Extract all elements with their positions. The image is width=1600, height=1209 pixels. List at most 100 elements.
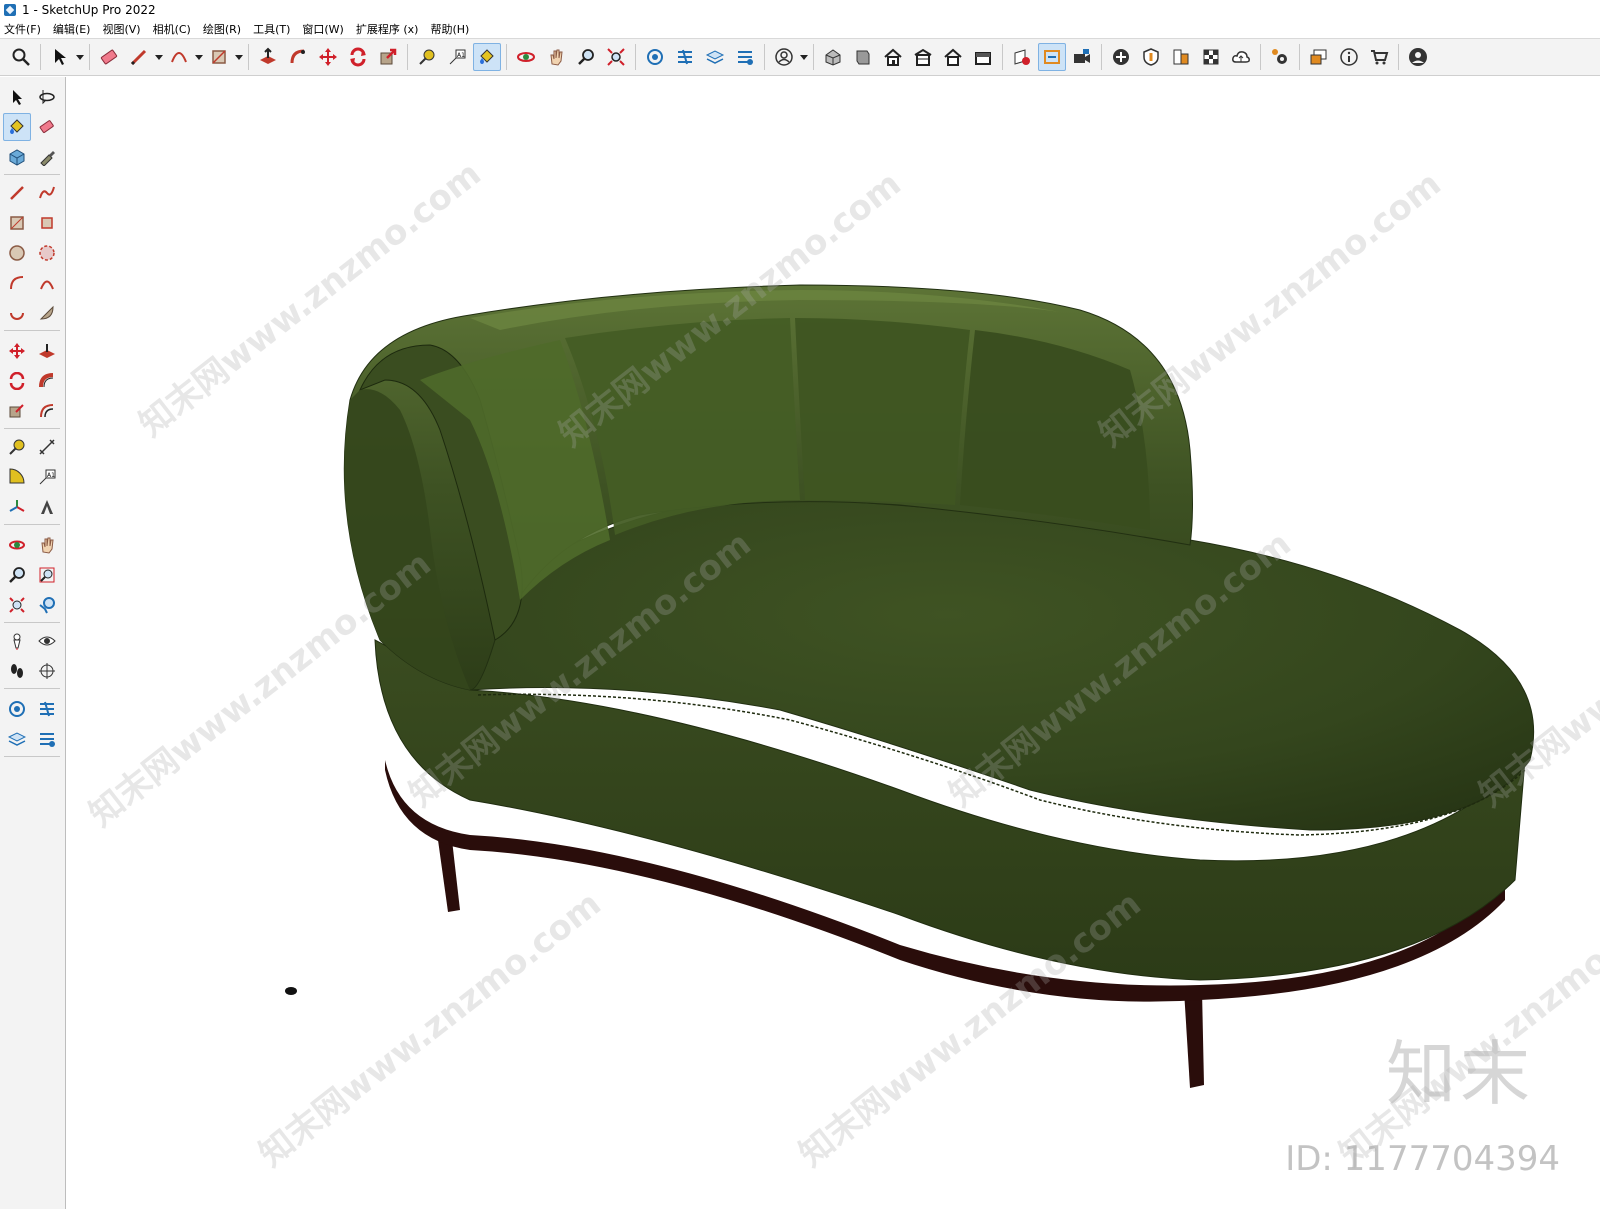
zoom-icon[interactable] bbox=[572, 43, 600, 71]
user-icon[interactable] bbox=[770, 43, 798, 71]
pencil-dropdown[interactable] bbox=[154, 43, 164, 71]
move-icon[interactable] bbox=[314, 43, 342, 71]
tape-measure-icon[interactable] bbox=[413, 43, 441, 71]
menu-draw[interactable]: 绘图(R) bbox=[203, 21, 241, 37]
axes-icon[interactable] bbox=[3, 493, 31, 521]
freehand-icon[interactable] bbox=[33, 179, 61, 207]
dialog-icon[interactable] bbox=[1305, 43, 1333, 71]
walk-icon[interactable] bbox=[3, 657, 31, 685]
arc-dropdown[interactable] bbox=[194, 43, 204, 71]
sections-icon[interactable] bbox=[1008, 43, 1036, 71]
tape-measure-icon[interactable] bbox=[3, 433, 31, 461]
left-view-icon[interactable] bbox=[969, 43, 997, 71]
extension-icon[interactable] bbox=[33, 725, 61, 753]
orbit-icon[interactable] bbox=[512, 43, 540, 71]
cart-icon[interactable] bbox=[1365, 43, 1393, 71]
pencil-icon[interactable] bbox=[125, 43, 153, 71]
rectangle-icon[interactable] bbox=[3, 209, 31, 237]
layers-icon[interactable] bbox=[3, 725, 31, 753]
follow-me-icon[interactable] bbox=[284, 43, 312, 71]
menu-edit[interactable]: 编辑(E) bbox=[53, 21, 91, 37]
zoom-icon[interactable] bbox=[3, 561, 31, 589]
eraser-icon[interactable] bbox=[33, 113, 61, 141]
text-icon[interactable]: A1 bbox=[443, 43, 471, 71]
rectangle-dropdown[interactable] bbox=[234, 43, 244, 71]
polygon-icon[interactable] bbox=[33, 239, 61, 267]
rotate-icon[interactable] bbox=[3, 367, 31, 395]
scale-icon[interactable] bbox=[3, 397, 31, 425]
orbit-icon[interactable] bbox=[3, 531, 31, 559]
two-point-arc-icon[interactable] bbox=[33, 269, 61, 297]
iso-view-icon[interactable] bbox=[819, 43, 847, 71]
menu-camera[interactable]: 相机(C) bbox=[153, 21, 191, 37]
circle-icon[interactable] bbox=[3, 239, 31, 267]
select-dropdown[interactable] bbox=[75, 43, 85, 71]
warehouse-icon[interactable] bbox=[641, 43, 669, 71]
arc-icon[interactable] bbox=[165, 43, 193, 71]
extension-icon[interactable] bbox=[731, 43, 759, 71]
rotate-icon[interactable] bbox=[344, 43, 372, 71]
menu-extensions[interactable]: 扩展程序 (x) bbox=[356, 21, 419, 37]
text-icon[interactable]: A1 bbox=[33, 463, 61, 491]
push-pull-icon[interactable] bbox=[254, 43, 282, 71]
menu-help[interactable]: 帮助(H) bbox=[430, 21, 469, 37]
dimension-icon[interactable] bbox=[33, 433, 61, 461]
position-camera-icon[interactable] bbox=[3, 627, 31, 655]
follow-me-icon[interactable] bbox=[33, 367, 61, 395]
menu-file[interactable]: 文件(F) bbox=[4, 21, 41, 37]
sample-paint-icon[interactable] bbox=[33, 143, 61, 171]
protractor-icon[interactable] bbox=[3, 463, 31, 491]
pan-icon[interactable] bbox=[33, 531, 61, 559]
select-icon[interactable] bbox=[46, 43, 74, 71]
zoom-extents-icon[interactable] bbox=[602, 43, 630, 71]
menu-view[interactable]: 视图(V) bbox=[102, 21, 140, 37]
component-icon[interactable] bbox=[3, 143, 31, 171]
tool-row: A1 bbox=[3, 463, 63, 491]
push-pull-icon[interactable] bbox=[33, 337, 61, 365]
info-icon[interactable] bbox=[1335, 43, 1363, 71]
move-icon[interactable] bbox=[3, 337, 31, 365]
user-dropdown[interactable] bbox=[799, 43, 809, 71]
search-icon[interactable] bbox=[7, 43, 35, 71]
scale-icon[interactable] bbox=[374, 43, 402, 71]
rectangle-icon[interactable] bbox=[205, 43, 233, 71]
zoom-extents-icon[interactable] bbox=[3, 591, 31, 619]
3d-text-icon[interactable] bbox=[33, 493, 61, 521]
shield-icon[interactable] bbox=[1137, 43, 1165, 71]
offset-icon[interactable] bbox=[33, 397, 61, 425]
paint-bucket-icon[interactable] bbox=[473, 43, 501, 71]
add-icon[interactable] bbox=[1107, 43, 1135, 71]
menu-window[interactable]: 窗口(W) bbox=[302, 21, 343, 37]
styles-icon[interactable] bbox=[1167, 43, 1195, 71]
layers-icon[interactable] bbox=[701, 43, 729, 71]
back-view-icon[interactable] bbox=[939, 43, 967, 71]
top-view-icon[interactable] bbox=[849, 43, 877, 71]
arc-icon[interactable] bbox=[3, 269, 31, 297]
paint-bucket-icon[interactable] bbox=[3, 113, 31, 141]
cloud-icon[interactable] bbox=[1227, 43, 1255, 71]
warehouse-icon[interactable] bbox=[3, 695, 31, 723]
checker-icon[interactable] bbox=[1197, 43, 1225, 71]
camera-icon[interactable] bbox=[1068, 43, 1096, 71]
select-icon[interactable] bbox=[3, 83, 31, 111]
previous-view-icon[interactable] bbox=[33, 591, 61, 619]
section-plane-icon[interactable] bbox=[1038, 43, 1066, 71]
front-view-icon[interactable] bbox=[879, 43, 907, 71]
look-around-icon[interactable] bbox=[33, 627, 61, 655]
pencil-icon[interactable] bbox=[3, 179, 31, 207]
orbit-icon[interactable] bbox=[33, 83, 61, 111]
share-icon[interactable] bbox=[671, 43, 699, 71]
pan-icon[interactable] bbox=[542, 43, 570, 71]
right-view-icon[interactable] bbox=[909, 43, 937, 71]
pie-icon[interactable] bbox=[33, 299, 61, 327]
three-point-arc-icon[interactable] bbox=[3, 299, 31, 327]
account-icon[interactable] bbox=[1404, 43, 1432, 71]
settings-icon[interactable] bbox=[1266, 43, 1294, 71]
share-icon[interactable] bbox=[33, 695, 61, 723]
eraser-icon[interactable] bbox=[95, 43, 123, 71]
rotated-rectangle-icon[interactable] bbox=[33, 209, 61, 237]
model-viewport[interactable]: 知末网www.znzmo.com 知末网www.znzmo.com 知末网www… bbox=[67, 77, 1600, 1209]
zoom-window-icon[interactable] bbox=[33, 561, 61, 589]
section-plane-icon[interactable] bbox=[33, 657, 61, 685]
menu-tools[interactable]: 工具(T) bbox=[253, 21, 290, 37]
